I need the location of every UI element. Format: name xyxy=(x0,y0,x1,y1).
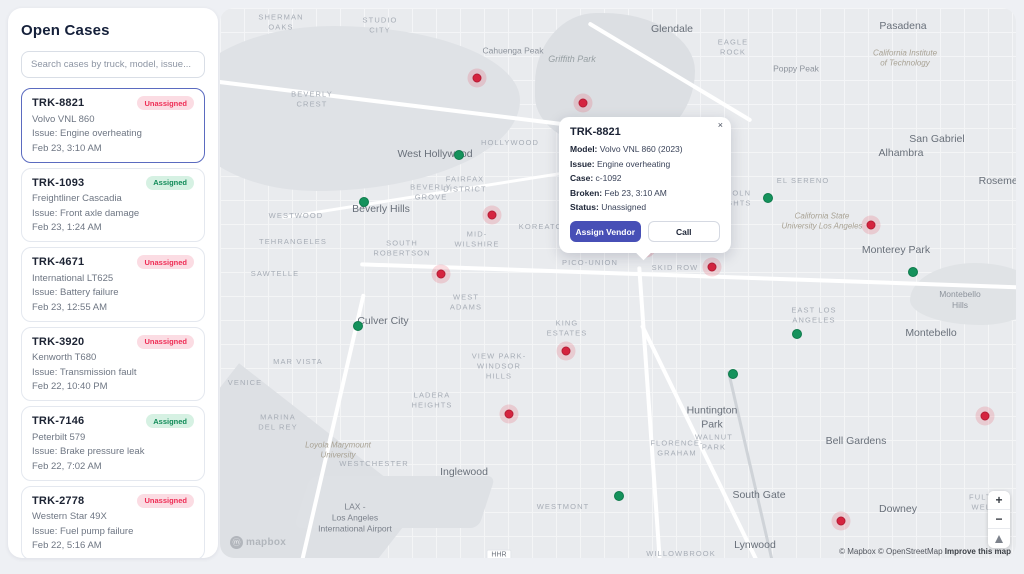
attribution-text: © Mapbox © OpenStreetMap xyxy=(839,547,945,556)
unassigned-case-marker[interactable] xyxy=(981,412,990,421)
case-model: Western Star 49X xyxy=(32,511,194,522)
case-date: Feb 22, 7:02 AM xyxy=(32,461,194,472)
case-issue: Issue: Front axle damage xyxy=(32,208,194,219)
case-card-header: TRK-4671 Unassigned xyxy=(32,255,194,269)
case-card-header: TRK-8821 Unassigned xyxy=(32,96,194,110)
popup-row-label: Status: xyxy=(570,202,599,212)
case-card[interactable]: TRK-8821 Unassigned Volvo VNL 860 Issue:… xyxy=(21,88,205,163)
assign-vendor-button[interactable]: Assign Vendor xyxy=(570,221,641,242)
mapbox-logo-icon: ⓜ xyxy=(230,536,243,549)
case-model: Peterbilt 579 xyxy=(32,432,194,443)
zoom-in-button[interactable]: + xyxy=(988,491,1010,510)
case-card[interactable]: TRK-1093 Assigned Freightliner Cascadia … xyxy=(21,168,205,243)
unassigned-case-marker[interactable] xyxy=(708,263,717,272)
assigned-case-marker[interactable] xyxy=(454,150,464,160)
case-card[interactable]: TRK-2778 Unassigned Western Star 49X Iss… xyxy=(21,486,205,559)
case-card-header: TRK-2778 Unassigned xyxy=(32,494,194,508)
popup-detail-row: Status: Unassigned xyxy=(570,202,720,212)
compass-button[interactable] xyxy=(988,529,1010,548)
popup-row-value: c-1092 xyxy=(596,173,622,183)
zoom-out-button[interactable]: − xyxy=(988,510,1010,529)
unassigned-case-marker[interactable] xyxy=(562,347,571,356)
case-model: Kenworth T680 xyxy=(32,352,194,363)
map-controls: + − xyxy=(988,491,1010,548)
close-icon[interactable]: × xyxy=(718,121,723,130)
case-card[interactable]: TRK-4671 Unassigned International LT625 … xyxy=(21,247,205,322)
case-date: Feb 23, 1:24 AM xyxy=(32,222,194,233)
case-id: TRK-7146 xyxy=(32,415,84,427)
popup-row-value: Engine overheating xyxy=(597,159,670,169)
open-cases-panel: Open Cases TRK-8821 Unassigned Volvo VNL… xyxy=(8,8,218,558)
case-status-badge: Assigned xyxy=(146,414,194,428)
popup-row-label: Model: xyxy=(570,144,597,154)
case-model: International LT625 xyxy=(32,273,194,284)
popup-detail-rows: Model: Volvo VNL 860 (2023) Issue: Engine… xyxy=(570,144,720,212)
search-input[interactable] xyxy=(21,51,205,78)
case-card[interactable]: TRK-3920 Unassigned Kenworth T680 Issue:… xyxy=(21,327,205,402)
assigned-case-marker[interactable] xyxy=(353,321,363,331)
map-canvas[interactable]: SHERMAN OAKSSTUDIO CITYGlendalePasadenaE… xyxy=(220,8,1016,558)
case-status-badge: Assigned xyxy=(146,176,194,190)
popup-row-value: Unassigned xyxy=(601,202,646,212)
case-card-header: TRK-1093 Assigned xyxy=(32,176,194,190)
case-issue: Issue: Transmission fault xyxy=(32,367,194,378)
map-terrain-airport xyxy=(294,476,496,528)
assigned-case-marker[interactable] xyxy=(614,491,624,501)
case-status-badge: Unassigned xyxy=(137,494,194,508)
case-id: TRK-4671 xyxy=(32,256,84,268)
unassigned-case-marker[interactable] xyxy=(837,517,846,526)
popup-detail-row: Broken: Feb 23, 3:10 AM xyxy=(570,188,720,198)
popup-row-label: Broken: xyxy=(570,188,602,198)
unassigned-case-marker[interactable] xyxy=(505,410,514,419)
case-id: TRK-2778 xyxy=(32,495,84,507)
unassigned-case-marker[interactable] xyxy=(473,74,482,83)
popup-row-label: Case: xyxy=(570,173,593,183)
call-button[interactable]: Call xyxy=(648,221,721,242)
case-status-badge: Unassigned xyxy=(137,335,194,349)
popup-actions: Assign Vendor Call xyxy=(570,221,720,242)
case-date: Feb 23, 12:55 AM xyxy=(32,302,194,313)
case-card[interactable]: TRK-7146 Assigned Peterbilt 579 Issue: B… xyxy=(21,406,205,481)
assigned-case-marker[interactable] xyxy=(763,193,773,203)
assigned-case-marker[interactable] xyxy=(728,369,738,379)
case-date: Feb 22, 5:16 AM xyxy=(32,540,194,551)
unassigned-case-marker[interactable] xyxy=(867,221,876,230)
mapbox-logo[interactable]: ⓜ mapbox xyxy=(230,536,286,549)
panel-title: Open Cases xyxy=(21,22,205,39)
case-card-header: TRK-3920 Unassigned xyxy=(32,335,194,349)
unassigned-case-marker[interactable] xyxy=(579,99,588,108)
case-date: Feb 23, 3:10 AM xyxy=(32,143,194,154)
popup-detail-row: Model: Volvo VNL 860 (2023) xyxy=(570,144,720,154)
map-attribution: © Mapbox © OpenStreetMap Improve this ma… xyxy=(839,547,1011,556)
case-date: Feb 22, 10:40 PM xyxy=(32,381,194,392)
popup-row-value: Feb 23, 3:10 AM xyxy=(605,188,667,198)
case-model: Freightliner Cascadia xyxy=(32,193,194,204)
case-issue: Issue: Engine overheating xyxy=(32,128,194,139)
case-popup: × TRK-8821 Model: Volvo VNL 860 (2023) Is… xyxy=(559,117,731,253)
case-issue: Issue: Fuel pump failure xyxy=(32,526,194,537)
assigned-case-marker[interactable] xyxy=(359,197,369,207)
case-list: TRK-8821 Unassigned Volvo VNL 860 Issue:… xyxy=(21,88,205,558)
assigned-case-marker[interactable] xyxy=(792,329,802,339)
popup-row-label: Issue: xyxy=(570,159,595,169)
case-id: TRK-1093 xyxy=(32,177,84,189)
popup-case-id: TRK-8821 xyxy=(570,126,720,138)
popup-detail-row: Issue: Engine overheating xyxy=(570,159,720,169)
case-card-header: TRK-7146 Assigned xyxy=(32,414,194,428)
case-model: Volvo VNL 860 xyxy=(32,114,194,125)
case-id: TRK-8821 xyxy=(32,97,84,109)
popup-detail-row: Case: c-1092 xyxy=(570,173,720,183)
improve-map-link[interactable]: Improve this map xyxy=(945,547,1011,556)
unassigned-case-marker[interactable] xyxy=(437,270,446,279)
mapbox-logo-word: mapbox xyxy=(246,537,286,548)
compass-needle-icon xyxy=(995,535,1003,543)
assigned-case-marker[interactable] xyxy=(908,267,918,277)
case-id: TRK-3920 xyxy=(32,336,84,348)
case-issue: Issue: Battery failure xyxy=(32,287,194,298)
case-issue: Issue: Brake pressure leak xyxy=(32,446,194,457)
popup-row-value: Volvo VNL 860 (2023) xyxy=(600,144,683,154)
case-status-badge: Unassigned xyxy=(137,96,194,110)
unassigned-case-marker[interactable] xyxy=(488,211,497,220)
case-status-badge: Unassigned xyxy=(137,255,194,269)
